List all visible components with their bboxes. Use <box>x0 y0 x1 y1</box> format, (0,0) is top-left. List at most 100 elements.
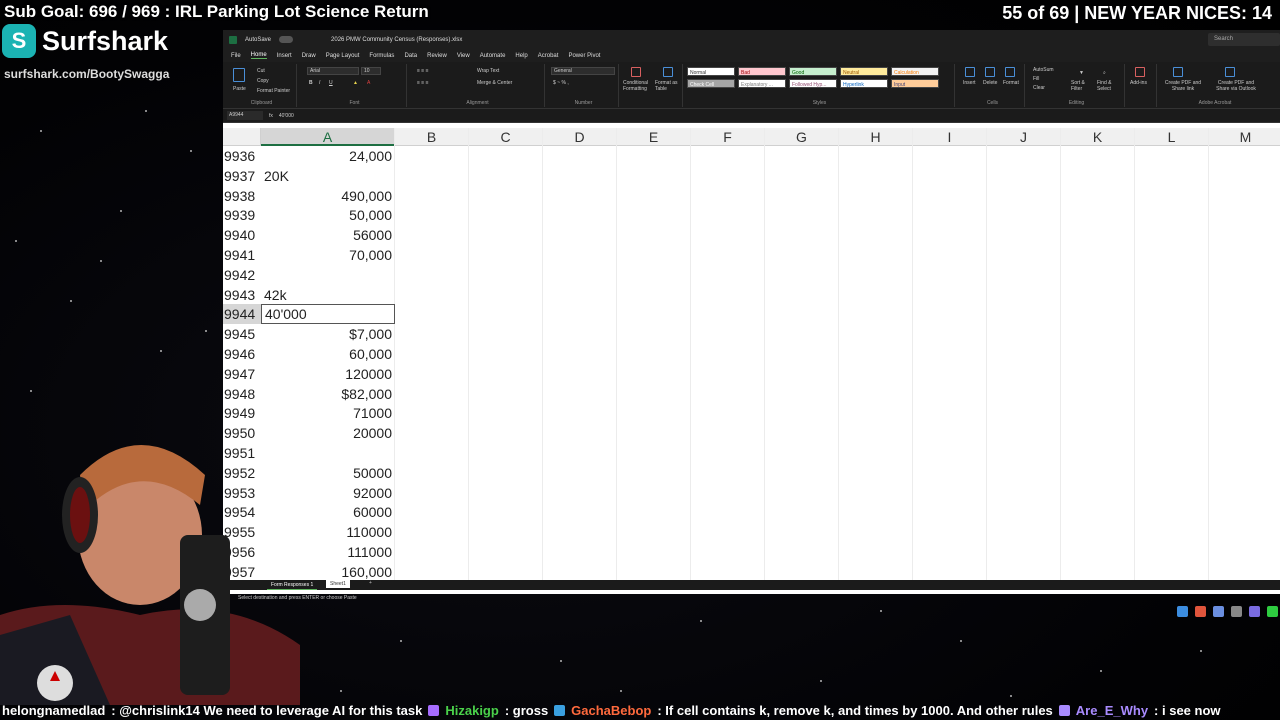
insert-cells-icon[interactable] <box>965 67 975 77</box>
cell-a[interactable]: $82,000 <box>261 384 395 404</box>
column-header-h[interactable]: H <box>839 128 913 146</box>
cell-style-8[interactable]: Hyperlink <box>840 79 888 88</box>
create-pdf-button[interactable]: Create PDF and Share link <box>1161 80 1205 92</box>
row-header[interactable]: 9936 <box>223 146 261 166</box>
active-cell[interactable]: 40'000 <box>261 304 395 325</box>
row-header[interactable]: 9943 <box>223 284 261 305</box>
cell-style-3[interactable]: Neutral <box>840 67 888 76</box>
autosum-button[interactable]: AutoSum <box>1033 67 1054 73</box>
row-header[interactable]: 9947 <box>223 363 261 384</box>
sort-filter-button[interactable]: Sort & Filter <box>1071 80 1095 92</box>
app-icon[interactable] <box>1213 606 1224 617</box>
insert-button[interactable]: Insert <box>963 80 976 86</box>
merge-center-button[interactable]: Merge & Center <box>477 80 512 86</box>
create-pdf-icon[interactable] <box>1173 67 1183 77</box>
addins-icon[interactable] <box>1135 67 1145 77</box>
font-size-select[interactable]: 10 <box>361 67 381 75</box>
column-header-m[interactable]: M <box>1209 128 1280 146</box>
font-name-select[interactable]: Arial <box>307 67 359 75</box>
cell-a[interactable]: 60,000 <box>261 344 395 364</box>
column-header-e[interactable]: E <box>617 128 691 146</box>
menu-tab-help[interactable]: Help <box>515 53 527 59</box>
autosave-toggle[interactable] <box>279 36 294 43</box>
search-input[interactable]: Search <box>1208 33 1280 46</box>
add-sheet-button[interactable]: + <box>369 580 372 586</box>
create-pdf-outlook-button[interactable]: Create PDF and Share via Outlook <box>1211 80 1261 92</box>
cell-a[interactable]: 24,000 <box>261 146 395 166</box>
column-header-l[interactable]: L <box>1135 128 1209 146</box>
menu-tab-draw[interactable]: Draw <box>302 53 316 59</box>
menu-tab-formulas[interactable]: Formulas <box>369 53 394 59</box>
menu-tab-home[interactable]: Home <box>250 52 267 59</box>
wrap-text-button[interactable]: Wrap Text <box>477 68 499 74</box>
row-header[interactable]: 9937 <box>223 165 261 186</box>
align-top-icon[interactable]: ≡ ≡ ≡ <box>417 68 429 74</box>
number-format-select[interactable]: General <box>551 67 615 75</box>
cell-style-6[interactable]: Explanatory ... <box>738 79 786 88</box>
delete-cells-icon[interactable] <box>985 67 995 77</box>
format-as-table-icon[interactable] <box>663 67 673 77</box>
cell-a[interactable]: 50,000 <box>261 205 395 225</box>
select-all-corner[interactable] <box>223 128 261 146</box>
cell-a[interactable]: 120000 <box>261 364 395 384</box>
row-header[interactable]: 9941 <box>223 245 261 265</box>
underline-button[interactable]: U <box>329 80 333 86</box>
row-header[interactable]: 9948 <box>223 383 261 404</box>
cell-style-9[interactable]: Input <box>891 79 939 88</box>
row-header[interactable]: 9942 <box>223 264 261 285</box>
row-header[interactable]: 9939 <box>223 205 261 226</box>
formula-input[interactable]: 40'000 <box>279 113 294 119</box>
conditional-formatting-button[interactable]: Conditional Formatting <box>623 80 651 92</box>
row-header[interactable]: 9944 <box>223 304 261 325</box>
column-header-j[interactable]: J <box>987 128 1061 146</box>
paste-label[interactable]: Paste <box>233 86 246 92</box>
menu-tab-file[interactable]: File <box>231 53 241 59</box>
fx-icon[interactable]: fx <box>269 113 273 119</box>
italic-button[interactable]: I <box>319 80 320 86</box>
name-box[interactable]: A9944 <box>227 111 263 120</box>
cell-a[interactable]: $7,000 <box>261 324 395 344</box>
cell-style-1[interactable]: Bad <box>738 67 786 76</box>
align-left-icon[interactable]: ≡ ≡ ≡ <box>417 80 429 86</box>
column-header-a[interactable]: A <box>261 128 395 146</box>
row-header[interactable]: 9945 <box>223 324 261 345</box>
bold-button[interactable]: B <box>309 80 313 86</box>
spreadsheet-grid[interactable]: A B C D E F G H I J K L M 9936 24,000 9937 20K 9938 490,00… <box>223 128 1280 582</box>
cell-style-0[interactable]: Normal <box>687 67 735 76</box>
conditional-formatting-icon[interactable] <box>631 67 641 77</box>
format-cells-icon[interactable] <box>1005 67 1015 77</box>
cell-a[interactable]: 490,000 <box>261 186 395 206</box>
row-header[interactable]: 9938 <box>223 185 261 206</box>
menu-tab-power-pivot[interactable]: Power Pivot <box>568 53 600 59</box>
find-select-button[interactable]: Find & Select <box>1097 80 1123 92</box>
fill-color-icon[interactable]: ▲ <box>353 80 358 86</box>
delete-button[interactable]: Delete <box>983 80 997 86</box>
cell-style-2[interactable]: Good <box>789 67 837 76</box>
format-as-table-button[interactable]: Format as Table <box>655 80 683 92</box>
fill-button[interactable]: Fill <box>1033 76 1039 82</box>
column-header-g[interactable]: G <box>765 128 839 146</box>
menu-tab-view[interactable]: View <box>457 53 470 59</box>
clear-button[interactable]: Clear <box>1033 85 1045 91</box>
menu-tab-acrobat[interactable]: Acrobat <box>538 53 559 59</box>
menu-tab-page-layout[interactable]: Page Layout <box>326 53 360 59</box>
discord-icon[interactable] <box>1249 606 1260 617</box>
row-header[interactable]: 9946 <box>223 344 261 364</box>
menu-tab-review[interactable]: Review <box>427 53 447 59</box>
column-header-f[interactable]: F <box>691 128 765 146</box>
paste-icon[interactable] <box>233 68 245 82</box>
sheet-tab-sheet1[interactable]: Sheet1 <box>326 580 350 588</box>
windows-icon[interactable] <box>1177 606 1188 617</box>
create-pdf-outlook-icon[interactable] <box>1225 67 1235 77</box>
filter-icon[interactable]: ▼ <box>1079 70 1084 76</box>
find-icon[interactable]: ⌕ <box>1103 70 1106 76</box>
column-header-k[interactable]: K <box>1061 128 1135 146</box>
cell-a[interactable]: 56000 <box>261 225 395 245</box>
cell-style-7[interactable]: Followed Hyp... <box>789 79 837 88</box>
cell-a[interactable]: 70,000 <box>261 245 395 265</box>
cell-a[interactable]: 42k <box>261 285 395 305</box>
settings-icon[interactable] <box>1231 606 1242 617</box>
menu-tab-automate[interactable]: Automate <box>480 53 506 59</box>
cut-button[interactable]: Cut <box>257 68 265 74</box>
cell-style-5[interactable]: Check Cell <box>687 79 735 88</box>
